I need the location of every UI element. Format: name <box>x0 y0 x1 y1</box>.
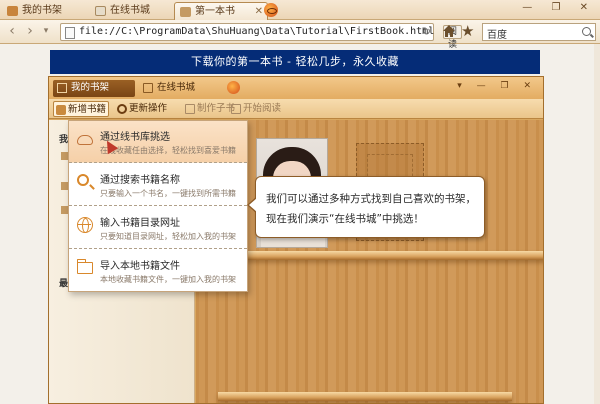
tab-label: 我的书架 <box>71 82 110 93</box>
menu-item-desc: 只要知道目录网址，轻松加入我的书架 <box>100 232 236 241</box>
ie-icon[interactable] <box>227 81 240 94</box>
left-pane-label: 我 <box>59 135 69 145</box>
make-book-button[interactable]: 制作子书 <box>183 101 235 117</box>
button-label: 新增书籍 <box>68 104 107 115</box>
nav-dropdown-icon[interactable]: ▾ <box>38 23 54 39</box>
menu-item-catalog-url[interactable]: 输入书籍目录网址 只要知道目录网址，轻松加入我的书架 <box>69 207 247 249</box>
add-book-menu: 通过线书库挑选 在线收藏任由选择，轻松找到喜爱书籍 通过搜索书籍名称 只要输入一… <box>68 120 248 292</box>
read-icon <box>231 104 241 114</box>
bookshelf-icon <box>57 83 67 93</box>
tab-label: 第一本书 <box>195 6 235 17</box>
cloud-icon <box>77 135 93 145</box>
menu-item-online-library[interactable]: 通过线书库挑选 在线收藏任由选择，轻松找到喜爱书籍 <box>69 121 247 163</box>
globe-icon <box>77 217 93 233</box>
bookshelf-icon <box>7 6 18 16</box>
menu-item-title: 输入书籍目录网址 <box>100 218 180 229</box>
app-window-controls[interactable]: ▾ — ❐ ✕ <box>457 81 537 91</box>
add-book-icon <box>56 105 66 115</box>
menu-item-import-local[interactable]: 导入本地书籍文件 本地收藏书籍文件，一键加入我的书架 <box>69 250 247 292</box>
browser-nav-bar: ‹ › ▾ file://C:\ProgramData\ShuHuang\Dat… <box>0 20 600 63</box>
refresh-icon <box>117 104 127 114</box>
star-icon[interactable]: ★ <box>461 22 474 40</box>
page-scrollbar[interactable] <box>594 44 600 404</box>
bookshelf <box>196 120 543 403</box>
tooltip-line: 我们可以通过多种方式找到自己喜欢的书架， <box>266 193 476 205</box>
browser-tab-bar: 我的书架 在线书城 第一本书 ✕ — ❐ ✕ <box>0 0 600 20</box>
app-tab-bar: 我的书架 在线书城 ▾ — ❐ ✕ <box>49 77 543 99</box>
magnifier-icon <box>77 174 89 186</box>
address-text: file://C:\ProgramData\ShuHuang\Data\Tuto… <box>79 26 435 37</box>
new-tab-ie-icon[interactable] <box>264 3 278 17</box>
tab-label: 我的书架 <box>22 5 62 16</box>
tab-label: 在线书城 <box>157 82 196 93</box>
window-controls[interactable]: — ❐ ✕ <box>522 2 596 13</box>
folder-icon <box>77 259 93 274</box>
menu-item-desc: 本地收藏书籍文件，一键加入我的书架 <box>100 275 236 284</box>
tooltip-line: 现在我们演示“在线书城”中挑选！ <box>266 213 424 225</box>
menu-item-title: 通过搜索书籍名称 <box>100 175 180 186</box>
page-icon <box>180 7 191 17</box>
tab-label: 在线书城 <box>110 5 150 16</box>
refresh-icon[interactable]: ↻ <box>422 25 431 38</box>
app-tab-online-store[interactable]: 在线书城 <box>139 80 211 97</box>
address-bar[interactable]: file://C:\ProgramData\ShuHuang\Data\Tuto… <box>60 23 463 63</box>
search-engine-name: 百度 <box>487 30 507 41</box>
start-reading-button[interactable]: 开始阅读 <box>229 101 281 117</box>
store-icon <box>95 6 106 16</box>
store-icon <box>143 83 153 93</box>
app-toolbar: 新增书籍 更新操作 制作子书 开始阅读 <box>49 99 543 119</box>
browser-tab-first-book[interactable]: 第一本书 ✕ <box>174 2 268 20</box>
close-tab-icon[interactable]: ✕ <box>255 3 263 20</box>
menu-item-search-name[interactable]: 通过搜索书籍名称 只要输入一个书名，一键找到所需书籍 <box>69 164 247 206</box>
make-icon <box>185 104 195 114</box>
shelf-board <box>246 251 543 260</box>
search-icon[interactable] <box>582 27 591 36</box>
more-actions-button[interactable]: 更新操作 <box>115 101 167 117</box>
back-icon[interactable]: ‹ <box>4 23 20 39</box>
menu-item-desc: 只要输入一个书名，一键找到所需书籍 <box>100 189 236 198</box>
menu-item-title: 导入本地书籍文件 <box>100 261 180 272</box>
left-pane-label: 最 <box>59 279 69 289</box>
app-tab-my-shelf[interactable]: 我的书架 <box>53 80 135 97</box>
forward-icon[interactable]: › <box>22 23 38 39</box>
browser-tab-online-store[interactable]: 在线书城 <box>90 2 172 20</box>
shelf-board <box>218 392 512 401</box>
page-banner: 下载你的第一本书 - 轻松几步，永久收藏 <box>50 50 540 74</box>
tutorial-tooltip: 我们可以通过多种方式找到自己喜欢的书架， 现在我们演示“在线书城”中挑选！ <box>247 176 485 238</box>
home-icon[interactable] <box>442 24 456 38</box>
button-label: 开始阅读 <box>243 103 282 114</box>
page-icon <box>65 27 75 39</box>
browser-tab-my-shelf[interactable]: 我的书架 <box>2 2 82 20</box>
search-input[interactable]: 百度 <box>482 23 596 41</box>
button-label: 更新操作 <box>129 103 168 114</box>
menu-item-desc: 在线收藏任由选择，轻松找到喜爱书籍 <box>100 146 236 155</box>
add-book-button[interactable]: 新增书籍 <box>53 101 109 117</box>
